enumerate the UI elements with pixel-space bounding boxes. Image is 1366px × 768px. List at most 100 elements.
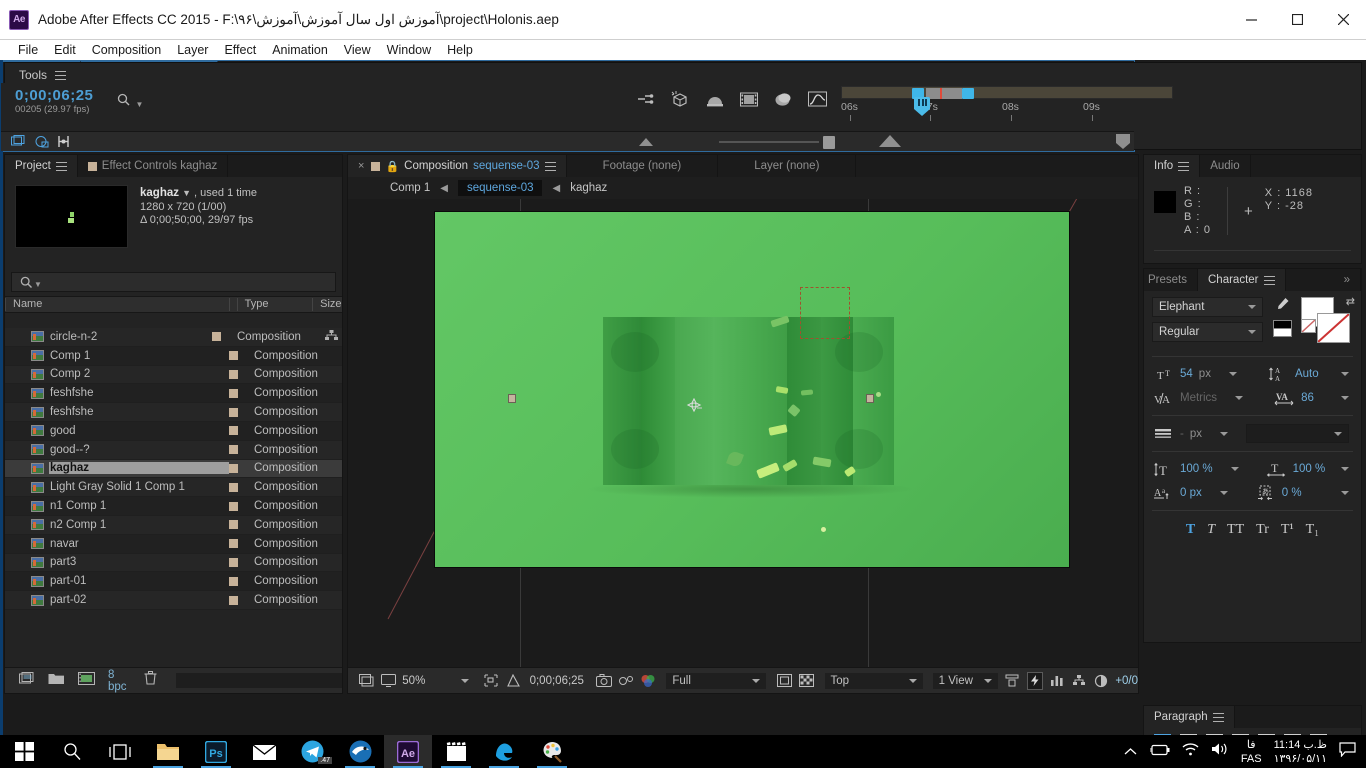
motion-blur-icon[interactable] (706, 92, 724, 112)
table-row[interactable]: part-02 Composition (5, 591, 342, 610)
table-row[interactable]: kaghaz Composition (5, 459, 342, 479)
breadcrumb-comp-1[interactable]: Comp 1 (390, 182, 430, 194)
item-label-swatch[interactable] (229, 388, 238, 398)
flowchart-icon[interactable] (325, 329, 338, 344)
table-row[interactable]: n1 Comp 1 Composition (5, 497, 342, 516)
project-item-list[interactable]: circle-n-2 Composition Comp 1 Composition Co… (5, 328, 342, 665)
graph-editor-icon[interactable] (808, 91, 827, 112)
info-menu-icon[interactable] (1178, 161, 1190, 171)
vertical-scale-dropdown-icon[interactable] (1230, 467, 1239, 471)
fast-previews-icon[interactable] (1026, 671, 1043, 690)
table-row[interactable]: Comp 1 Composition (5, 346, 342, 366)
3d-renderer-icon[interactable] (671, 91, 690, 112)
tab-audio[interactable]: Audio (1200, 155, 1251, 177)
tab-info[interactable]: Info (1144, 155, 1201, 177)
menu-animation[interactable]: Animation (264, 40, 336, 60)
stroke-width-value[interactable]: - (1180, 428, 1184, 440)
shy-icon[interactable] (637, 92, 655, 112)
transparency-grid-icon[interactable] (798, 672, 814, 690)
baseline-shift-dropdown-icon[interactable] (1219, 491, 1228, 495)
horizontal-scale-value[interactable]: 100 % (1293, 463, 1326, 475)
composition-viewer[interactable] (348, 199, 1138, 667)
no-fill-swatch[interactable] (1301, 319, 1316, 333)
work-area-span[interactable] (926, 88, 962, 99)
tab-composition[interactable]: × 🔒 Composition sequense-03 (348, 155, 567, 177)
view-mode-dropdown[interactable]: Top (824, 672, 923, 689)
edge-icon[interactable] (480, 735, 528, 768)
after-effects-icon[interactable]: Ae (384, 735, 432, 768)
all-caps-button[interactable]: TT (1227, 522, 1244, 538)
mail-icon[interactable] (240, 735, 288, 768)
layer-switches-icon[interactable] (774, 92, 792, 112)
table-row[interactable]: Light Gray Solid 1 Comp 1 Composition (5, 478, 342, 498)
region-of-interest-toggle-icon[interactable] (776, 672, 792, 690)
new-composition-icon[interactable] (78, 671, 95, 690)
tracking-value[interactable]: 86 (1301, 392, 1314, 404)
clock[interactable]: 11:14 ظ.ب ۱۳۹۶/۰۵/۱۱ (1274, 738, 1327, 766)
table-row[interactable]: part3 Composition (5, 553, 342, 573)
delete-icon[interactable] (144, 671, 157, 690)
battery-icon[interactable] (1149, 743, 1170, 761)
pixel-aspect-icon[interactable] (1004, 672, 1020, 690)
breadcrumb-kaghaz[interactable]: kaghaz (570, 182, 607, 194)
superscript-button[interactable]: T¹ (1281, 522, 1294, 538)
table-row[interactable]: feshfshe Composition (5, 403, 342, 422)
premiere-icon[interactable] (432, 735, 480, 768)
tab-paragraph[interactable]: Paragraph (1144, 706, 1235, 728)
baseline-shift-value[interactable]: 0 px (1180, 487, 1202, 499)
reset-exposure-icon[interactable] (1093, 672, 1109, 690)
menu-view[interactable]: View (336, 40, 379, 60)
photoshop-icon[interactable]: Ps (192, 735, 240, 768)
expand-panels-icon[interactable]: » (1333, 269, 1361, 291)
small-caps-button[interactable]: Tr (1256, 522, 1269, 538)
menu-edit[interactable]: Edit (46, 40, 84, 60)
menu-composition[interactable]: Composition (84, 40, 169, 60)
leading-dropdown-icon[interactable] (1341, 372, 1349, 376)
selection-handle-left[interactable] (508, 394, 516, 403)
faux-bold-button[interactable]: T (1186, 522, 1195, 538)
table-row[interactable]: good Composition (5, 421, 342, 441)
item-label-swatch[interactable] (229, 520, 238, 530)
table-row[interactable]: part-01 Composition (5, 572, 342, 592)
volume-icon[interactable] (1211, 742, 1229, 761)
maximize-button[interactable] (1274, 0, 1320, 40)
timeline-graph-icon[interactable] (1049, 672, 1065, 690)
timeline-ruler[interactable]: 06s 07s 08s 09s (829, 83, 1173, 131)
tracking-dropdown-icon[interactable] (1341, 396, 1349, 400)
language-indicator[interactable]: فا FAS (1241, 738, 1262, 766)
file-explorer-icon[interactable] (144, 735, 192, 768)
telegram-icon[interactable]: .47 (288, 735, 336, 768)
current-time-value[interactable]: 0;00;06;25 (530, 675, 584, 687)
font-family-select[interactable]: Elephant (1152, 297, 1263, 317)
action-center-icon[interactable] (1339, 741, 1356, 762)
close-button[interactable] (1320, 0, 1366, 40)
menu-window[interactable]: Window (379, 40, 439, 60)
swap-colors-icon[interactable]: ⇄ (1346, 295, 1355, 308)
kerning-dropdown-icon[interactable] (1235, 396, 1244, 400)
font-size-dropdown-icon[interactable] (1228, 372, 1237, 376)
comp-flowchart-toggle-icon[interactable] (34, 135, 49, 153)
timeline-timecode[interactable]: 0;00;06;25 00205 (29.97 fps) (15, 87, 93, 115)
always-preview-icon[interactable] (358, 672, 374, 690)
interpret-footage-icon[interactable] (19, 671, 35, 690)
selection-handle-right[interactable] (866, 394, 874, 403)
stroke-style-select[interactable] (1246, 424, 1349, 443)
column-type[interactable]: Type (236, 298, 313, 311)
item-label-swatch[interactable] (229, 407, 238, 417)
character-menu-icon[interactable] (1263, 275, 1275, 285)
item-label-swatch[interactable] (212, 332, 221, 342)
zoom-in-timeline-icon[interactable] (879, 135, 901, 147)
stroke-color-swatch[interactable] (1317, 313, 1350, 343)
new-folder-icon[interactable] (48, 672, 65, 690)
faux-italic-button[interactable]: T (1207, 522, 1215, 538)
leading-value[interactable]: Auto (1295, 368, 1319, 380)
menu-help[interactable]: Help (439, 40, 481, 60)
table-row[interactable]: feshfshe Composition (5, 384, 342, 404)
folded-paper-layer[interactable] (603, 317, 894, 485)
current-time-indicator[interactable] (914, 97, 930, 116)
wifi-icon[interactable] (1182, 742, 1199, 761)
tab-footage[interactable]: Footage (none) (566, 155, 719, 177)
timeline-resize-grip[interactable] (1116, 134, 1130, 149)
tab-effect-controls[interactable]: Effect Controls kaghaz (77, 155, 229, 177)
project-menu-icon[interactable] (55, 161, 67, 171)
